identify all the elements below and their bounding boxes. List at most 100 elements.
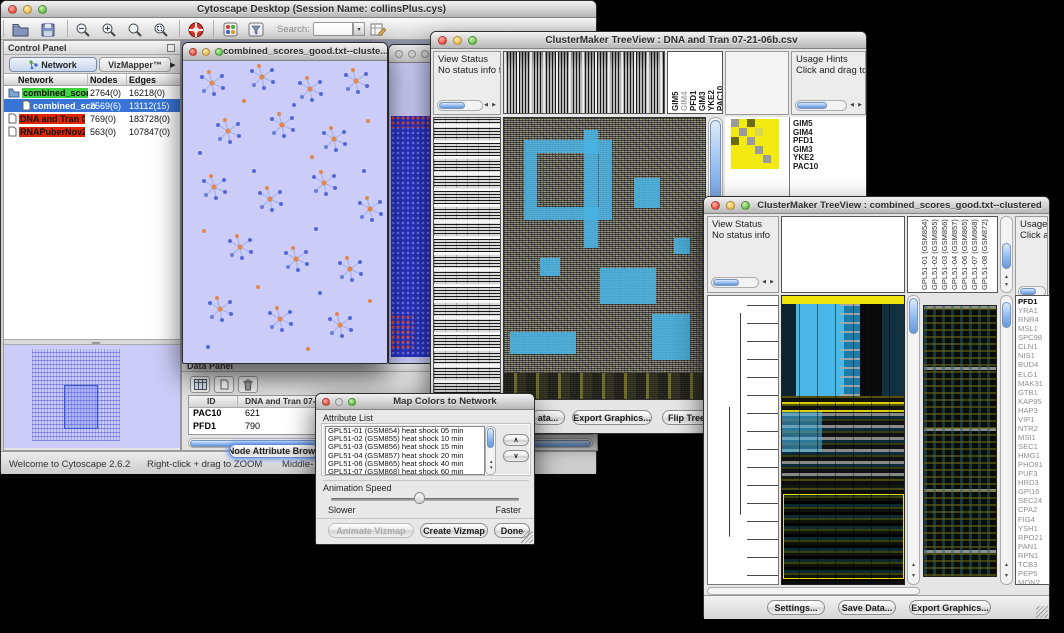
close-icon[interactable]: [8, 5, 17, 14]
zoom-window-icon[interactable]: [468, 36, 477, 45]
window-controls[interactable]: [8, 5, 47, 14]
minimize-icon[interactable]: [408, 50, 416, 58]
tv2-heatmap[interactable]: [781, 295, 905, 585]
scroll-down-icon[interactable]: ▼: [911, 574, 916, 579]
row-label[interactable]: GPI16: [1018, 487, 1049, 496]
attribute-editor-icon[interactable]: [369, 21, 387, 38]
create-vizmap-button[interactable]: Create Vizmap: [420, 523, 488, 538]
scroll-left-icon[interactable]: ◀: [484, 103, 488, 108]
network-row-selected[interactable]: combined_sco 2569(6) 13112(15): [4, 99, 180, 112]
row-label[interactable]: MON2: [1018, 578, 1049, 585]
row-label[interactable]: MSI1: [1018, 433, 1049, 442]
row-label[interactable]: VIP1: [1018, 415, 1049, 424]
minimize-icon[interactable]: [23, 5, 32, 14]
tv1-row-dendrogram[interactable]: [433, 117, 501, 400]
row-label[interactable]: PEP5: [1018, 569, 1049, 578]
zoom-window-icon[interactable]: [215, 48, 223, 56]
network-row-rnapuber[interactable]: RNAPuberNov2+ 563(0) 107847(0): [4, 125, 180, 138]
treeview1-titlebar[interactable]: ClusterMaker TreeView : DNA and Tran 07-…: [431, 32, 866, 49]
main-titlebar[interactable]: Cytoscape Desktop (Session Name: collins…: [1, 1, 596, 18]
row-label[interactable]: HAP3: [1018, 406, 1049, 415]
row-label[interactable]: MSL1: [1018, 324, 1049, 333]
move-up-button[interactable]: ∧: [503, 434, 529, 446]
row-label[interactable]: KAP95: [1018, 397, 1049, 406]
row-label[interactable]: NTR2: [1018, 424, 1049, 433]
row-label[interactable]: CPA2: [1018, 505, 1049, 514]
move-down-button[interactable]: ∨: [503, 450, 529, 462]
tv2-column-dendrogram-area[interactable]: [781, 216, 905, 293]
scroll-down-icon[interactable]: ▼: [489, 466, 493, 471]
row-label[interactable]: PUF3: [1018, 469, 1049, 478]
tv2-export-graphics-button[interactable]: Export Graphics...: [909, 600, 991, 615]
scroll-up-icon[interactable]: ▲: [489, 460, 493, 465]
tab-overflow-button[interactable]: ▶: [168, 57, 178, 72]
row-label[interactable]: PAC10: [793, 163, 866, 172]
float-panel-icon[interactable]: [167, 44, 175, 52]
slider-thumb[interactable]: [414, 492, 425, 504]
row-label[interactable]: SPC98: [1018, 333, 1049, 342]
row-label[interactable]: YSH1: [1018, 524, 1049, 533]
animation-speed-slider[interactable]: [331, 498, 519, 501]
row-label[interactable]: RNR4: [1018, 315, 1049, 324]
delete-attribute-trash-icon[interactable]: [238, 376, 258, 393]
attribute-list[interactable]: GPL51-01 (GSM854) heat shock 05 minGPL51…: [325, 426, 485, 475]
scroll-right-icon[interactable]: ▶: [858, 103, 862, 108]
tv2-bottom-hscrollbar[interactable]: [707, 587, 920, 595]
scroll-right-icon[interactable]: ▶: [770, 280, 774, 285]
birds-eye-view[interactable]: [4, 345, 180, 448]
tv2-settings-button[interactable]: Settings...: [767, 600, 825, 615]
tv2-status-hscrollbar[interactable]: [711, 277, 759, 288]
zoom-window-icon[interactable]: [421, 50, 429, 58]
tv1-save-data-button[interactable]: ata...: [531, 410, 565, 425]
resize-grip[interactable]: [521, 531, 533, 543]
select-attributes-icon[interactable]: [190, 376, 210, 393]
scroll-up-icon[interactable]: ▲: [1004, 563, 1009, 568]
node-attribute-browser-button[interactable]: Node Attribute Brows: [229, 444, 319, 458]
row-label[interactable]: SEC1: [1018, 442, 1049, 451]
close-icon[interactable]: [322, 398, 330, 406]
tv2-cluster-vscrollbar[interactable]: ▲ ▼: [1000, 295, 1013, 585]
tv2-heatmap-vscrollbar[interactable]: ▲ ▼: [907, 295, 920, 585]
minimize-icon[interactable]: [202, 48, 210, 56]
tv1-hints-hscrollbar[interactable]: [795, 100, 847, 111]
zoom-out-icon[interactable]: [74, 21, 92, 38]
zoom-selected-icon[interactable]: [152, 21, 170, 38]
resize-grip[interactable]: [1036, 606, 1048, 618]
row-label[interactable]: PAN1: [1018, 542, 1049, 551]
create-attribute-icon[interactable]: [214, 376, 234, 393]
minimize-icon[interactable]: [726, 201, 735, 210]
attribute-list-vscrollbar[interactable]: ▲ ▼: [485, 426, 496, 475]
row-label[interactable]: HMG1: [1018, 451, 1049, 460]
tv1-export-graphics-button[interactable]: Export Graphics...: [572, 410, 652, 425]
network-row-dna-tran[interactable]: DNA and Tran 07 769(0) 183728(0): [4, 112, 180, 125]
scroll-up-icon[interactable]: ▲: [1004, 275, 1009, 280]
zoom-in-icon[interactable]: [100, 21, 118, 38]
help-lifering-icon[interactable]: [187, 21, 205, 38]
tv1-correlation-matrix[interactable]: [731, 119, 779, 169]
treeview2-titlebar[interactable]: ClusterMaker TreeView : combined_scores_…: [704, 197, 1049, 214]
scroll-down-icon[interactable]: ▼: [1004, 574, 1009, 579]
scroll-up-icon[interactable]: ▲: [911, 563, 916, 568]
row-label[interactable]: TCB3: [1018, 560, 1049, 569]
tv1-heatmap[interactable]: [503, 117, 706, 400]
zoom-window-icon[interactable]: [38, 5, 47, 14]
birds-eye-selection-rect[interactable]: [64, 385, 98, 429]
close-icon[interactable]: [395, 50, 403, 58]
vizmapper-palette-icon[interactable]: [221, 21, 239, 38]
row-label[interactable]: GTB1: [1018, 388, 1049, 397]
search-input[interactable]: [313, 22, 353, 36]
tv2-save-data-button[interactable]: Save Data...: [838, 600, 896, 615]
animate-vizmap-button[interactable]: Animate Vizmap: [328, 523, 414, 538]
col-header-edges[interactable]: Edges: [129, 75, 156, 85]
zoom-window-icon[interactable]: [741, 201, 750, 210]
tv2-row-dendrogram[interactable]: [707, 295, 779, 585]
tab-network[interactable]: Network: [9, 57, 97, 72]
tab-vizmapper[interactable]: VizMapper™: [99, 57, 171, 72]
open-session-icon[interactable]: [11, 21, 29, 38]
scroll-left-icon[interactable]: ◀: [850, 103, 854, 108]
row-label[interactable]: SEC24: [1018, 496, 1049, 505]
row-label[interactable]: PFD1: [1018, 297, 1049, 306]
filter-icon[interactable]: [247, 21, 265, 38]
row-label[interactable]: YRA1: [1018, 306, 1049, 315]
minimize-icon[interactable]: [335, 398, 343, 406]
